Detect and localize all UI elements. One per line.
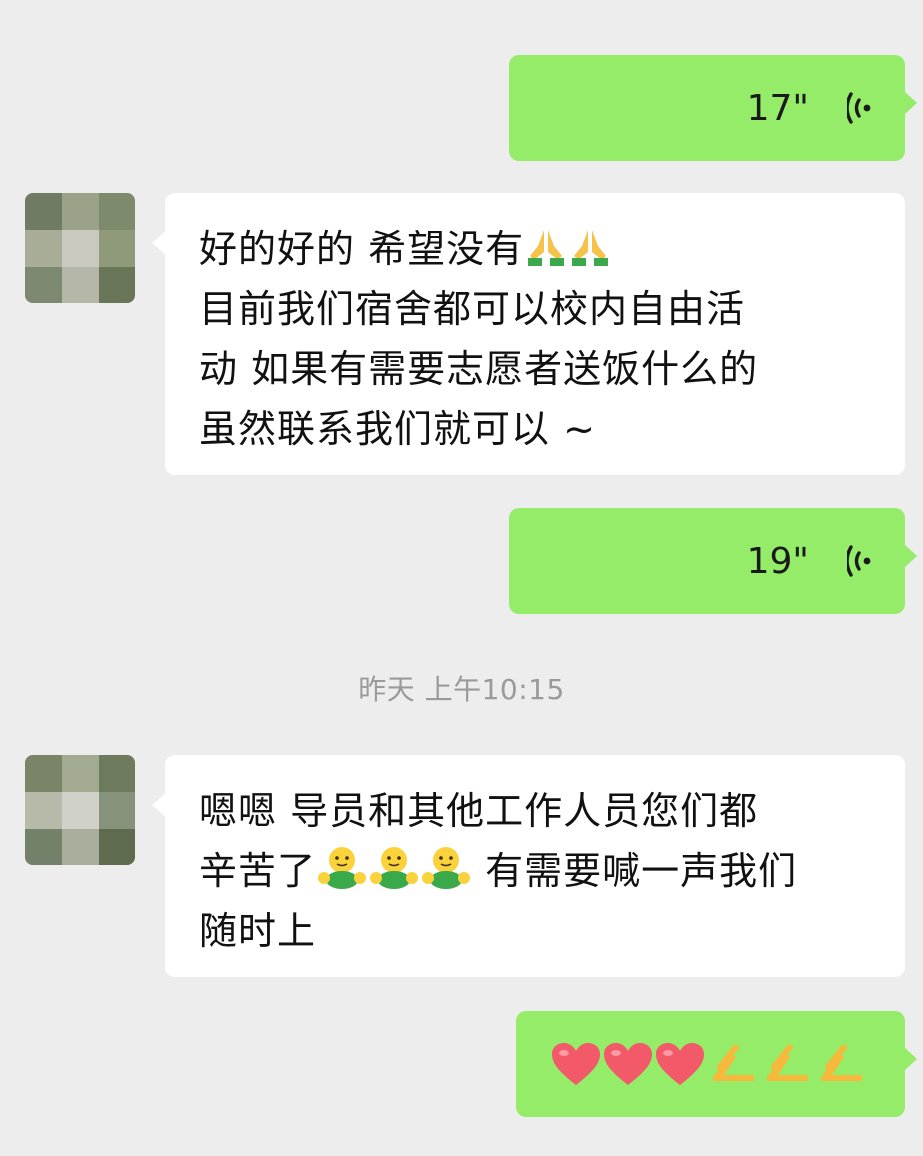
clap-icon	[766, 1045, 808, 1081]
voice-duration: 17"	[746, 87, 809, 129]
bubble-tail	[904, 544, 917, 568]
message-line: 动 如果有需要志愿者送饭什么的	[199, 347, 759, 391]
chat-timestamp: 昨天 上午10:15	[358, 673, 565, 706]
bubble-tail	[152, 231, 166, 255]
avatar[interactable]	[25, 755, 135, 865]
message-text: 好的好的 希望没有 目前我们宿舍都可以校内自由活 动 如果有需要志愿者送饭什么的…	[199, 219, 875, 459]
heart-icon	[552, 1043, 600, 1085]
voice-wave-icon	[847, 92, 871, 124]
message-line: 虽然联系我们就可以 ~	[199, 407, 596, 451]
bubble-tail	[904, 91, 917, 115]
bubble-tail	[152, 793, 166, 817]
message-text: 嗯嗯 导员和其他工作人员您们都 辛苦了 有需要喊一声我们 随时上	[199, 781, 875, 961]
text-message-bubble[interactable]: 好的好的 希望没有 目前我们宿舍都可以校内自由活 动 如果有需要志愿者送饭什么的…	[152, 193, 905, 475]
hugging-face-icon	[422, 847, 471, 889]
emoji-row	[550, 1041, 868, 1089]
bubble-tail	[904, 1047, 917, 1071]
message-line: 目前我们宿舍都可以校内自由活	[199, 287, 746, 331]
avatar[interactable]	[25, 193, 135, 303]
emoji-message-bubble[interactable]	[516, 1011, 917, 1117]
clap-icon	[820, 1045, 862, 1081]
pray-icon	[572, 230, 609, 266]
pray-icon	[528, 230, 565, 266]
hugging-face-icon	[370, 847, 419, 889]
message-line: 嗯嗯 导员和其他工作人员您们都	[199, 789, 759, 833]
message-line: 随时上	[199, 909, 317, 953]
clap-icon	[712, 1045, 754, 1081]
hugging-face-icon	[318, 847, 367, 889]
text-message-bubble[interactable]: 嗯嗯 导员和其他工作人员您们都 辛苦了 有需要喊一声我们 随时上	[152, 755, 905, 977]
message-line: 有需要喊一声我们	[485, 849, 798, 893]
voice-message-bubble[interactable]: 19"	[509, 508, 917, 614]
voice-wave-icon	[847, 545, 871, 577]
voice-duration: 19"	[746, 540, 809, 582]
voice-message-bubble[interactable]: 17"	[509, 55, 917, 161]
message-line: 辛苦了	[199, 849, 317, 893]
message-line: 好的好的 希望没有	[199, 227, 525, 271]
heart-icon	[604, 1043, 652, 1085]
heart-icon	[656, 1043, 704, 1085]
